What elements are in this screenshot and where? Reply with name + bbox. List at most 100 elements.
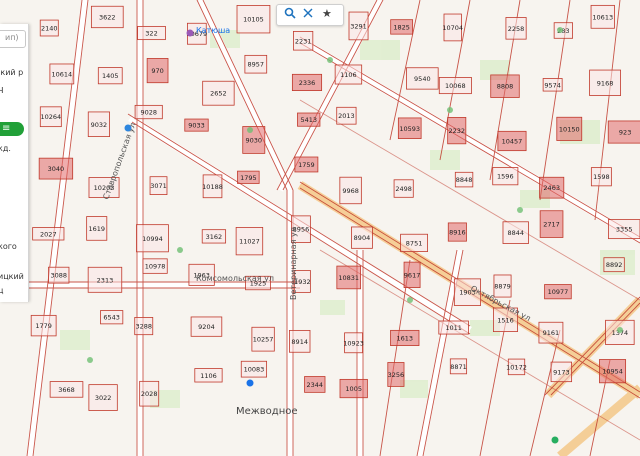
parcel[interactable]: 10923 (343, 332, 364, 354)
parcel[interactable]: 3256 (387, 362, 405, 387)
parcel[interactable]: 1825 (390, 19, 414, 35)
parcel[interactable]: 2013 (336, 106, 357, 125)
parcel[interactable]: 283 (553, 22, 573, 39)
parcel[interactable]: 2258 (505, 17, 527, 40)
parcel[interactable]: 5413 (297, 112, 321, 127)
parcel[interactable]: 8916 (447, 222, 467, 242)
parcel[interactable]: 9030 (242, 126, 266, 154)
parcel-number: 3162 (206, 233, 223, 241)
parcel[interactable]: 1106 (334, 64, 363, 85)
parcel[interactable]: 8844 (502, 221, 529, 244)
action-button[interactable]: ≡ (0, 122, 24, 136)
parcel[interactable]: 3022 (88, 384, 118, 411)
parcel[interactable]: 2336 (291, 73, 323, 91)
parcel[interactable]: 3291 (348, 11, 369, 41)
parcel[interactable]: 8871 (449, 358, 468, 375)
parcel[interactable]: 10613 (590, 4, 615, 29)
parcel[interactable]: 3668 (49, 381, 84, 398)
parcel[interactable]: 9574 (542, 78, 563, 92)
parcel[interactable]: 10105 (236, 5, 271, 34)
parcel[interactable]: 9161 (538, 321, 564, 344)
parcel[interactable]: 1795 (237, 170, 260, 184)
parcel[interactable]: 3071 (149, 176, 168, 195)
parcel[interactable]: 10954 (599, 359, 627, 384)
parcel[interactable]: 1598 (590, 167, 612, 187)
parcel[interactable]: 3288 (134, 317, 154, 336)
parcel-number: 1011 (445, 324, 462, 332)
parcel[interactable]: 2652 (202, 80, 235, 106)
parcel[interactable]: 6543 (100, 310, 124, 325)
parcel[interactable]: 10150 (556, 116, 583, 141)
parcel[interactable]: 9168 (589, 69, 621, 96)
parcel[interactable]: 3088 (48, 266, 70, 284)
parcel[interactable]: 9028 (134, 104, 163, 120)
parcel[interactable]: 10068 (438, 77, 472, 95)
parcel[interactable]: 2231 (293, 30, 314, 51)
parcel[interactable]: 1011 (438, 320, 469, 335)
parcel[interactable]: 1405 (97, 67, 123, 85)
parcel[interactable]: 1106 (194, 368, 223, 383)
parcel[interactable]: 3162 (201, 229, 227, 244)
parcel[interactable]: 9032 (87, 111, 110, 137)
parcel[interactable]: 2028 (139, 380, 160, 407)
parcel[interactable]: 8914 (289, 329, 311, 353)
parcel[interactable]: 3040 (38, 157, 74, 180)
parcel[interactable]: 10083 (240, 360, 268, 378)
parcel-number: 2498 (395, 185, 412, 193)
parcel[interactable]: 8848 (454, 171, 474, 188)
parcel[interactable]: 1779 (30, 314, 57, 337)
parcel[interactable]: 10977 (544, 284, 572, 300)
parcel[interactable]: 8751 (400, 233, 428, 252)
parcel[interactable]: 8904 (351, 226, 373, 249)
parcel[interactable]: 3622 (90, 5, 124, 29)
parcel[interactable]: 9968 (339, 176, 362, 205)
parcel[interactable]: 923 (607, 120, 640, 144)
close-icon[interactable] (301, 7, 315, 21)
parcel[interactable]: 11027 (235, 227, 264, 256)
parcel[interactable]: 970 (146, 58, 169, 84)
parcel[interactable]: 9540 (406, 67, 439, 90)
parcel[interactable]: 9617 (403, 261, 421, 288)
parcel[interactable]: 10831 (336, 265, 362, 290)
parcel[interactable]: 10264 (39, 106, 62, 128)
search-icon[interactable] (283, 7, 297, 21)
parcel[interactable]: 2717 (539, 210, 564, 238)
parcel[interactable]: 2027 (32, 227, 65, 241)
parcel[interactable]: 10704 (442, 13, 463, 42)
parcel-number: 10923 (343, 339, 364, 347)
parcel[interactable]: 10457 (497, 130, 527, 152)
parcel[interactable]: 8808 (490, 74, 520, 98)
parcel[interactable]: 8879 (493, 274, 512, 298)
parcel[interactable]: 10994 (136, 224, 169, 253)
parcel[interactable]: 1596 (492, 167, 519, 186)
parcel[interactable]: 2232 (447, 117, 467, 145)
parcel[interactable]: 1619 (86, 216, 108, 241)
cadastral-map[interactable]: 21403622322 106791010522313291 1825 10704 22… (0, 0, 640, 456)
parcel[interactable]: 10172 (506, 358, 527, 376)
parcel[interactable]: 2344 (304, 376, 326, 393)
parcel-number: 2028 (141, 390, 158, 398)
parcel[interactable]: 1759 (294, 156, 319, 173)
parcel[interactable]: 2140 (39, 19, 59, 37)
parcel[interactable]: 8892 (603, 257, 625, 273)
parcel[interactable]: 9173 (550, 361, 573, 383)
search-field[interactable]: ип) (0, 30, 26, 48)
parcel[interactable]: 10978 (142, 258, 168, 274)
parcel[interactable]: 10593 (397, 117, 422, 139)
parcel-number: 8848 (456, 176, 473, 184)
parcel[interactable]: 1005 (339, 378, 368, 399)
parcel[interactable]: 322 (137, 25, 166, 41)
parcel[interactable]: 10614 (49, 63, 75, 85)
parcel[interactable]: 10188 (202, 174, 223, 199)
parcel[interactable]: 10257 (251, 326, 275, 352)
parcel[interactable]: 2498 (393, 179, 414, 198)
parcel[interactable]: 1613 (390, 329, 420, 346)
parcel[interactable]: 9033 (184, 118, 209, 132)
parcel[interactable]: 2463 (539, 176, 565, 199)
parcel[interactable]: 8957 (244, 54, 268, 74)
parcel[interactable]: 2313 (87, 266, 123, 293)
parcel[interactable]: 9204 (190, 316, 223, 337)
star-icon[interactable]: ★ (322, 7, 332, 20)
parcel[interactable]: 3355 (608, 219, 640, 240)
place-label: Межводное (236, 406, 298, 417)
